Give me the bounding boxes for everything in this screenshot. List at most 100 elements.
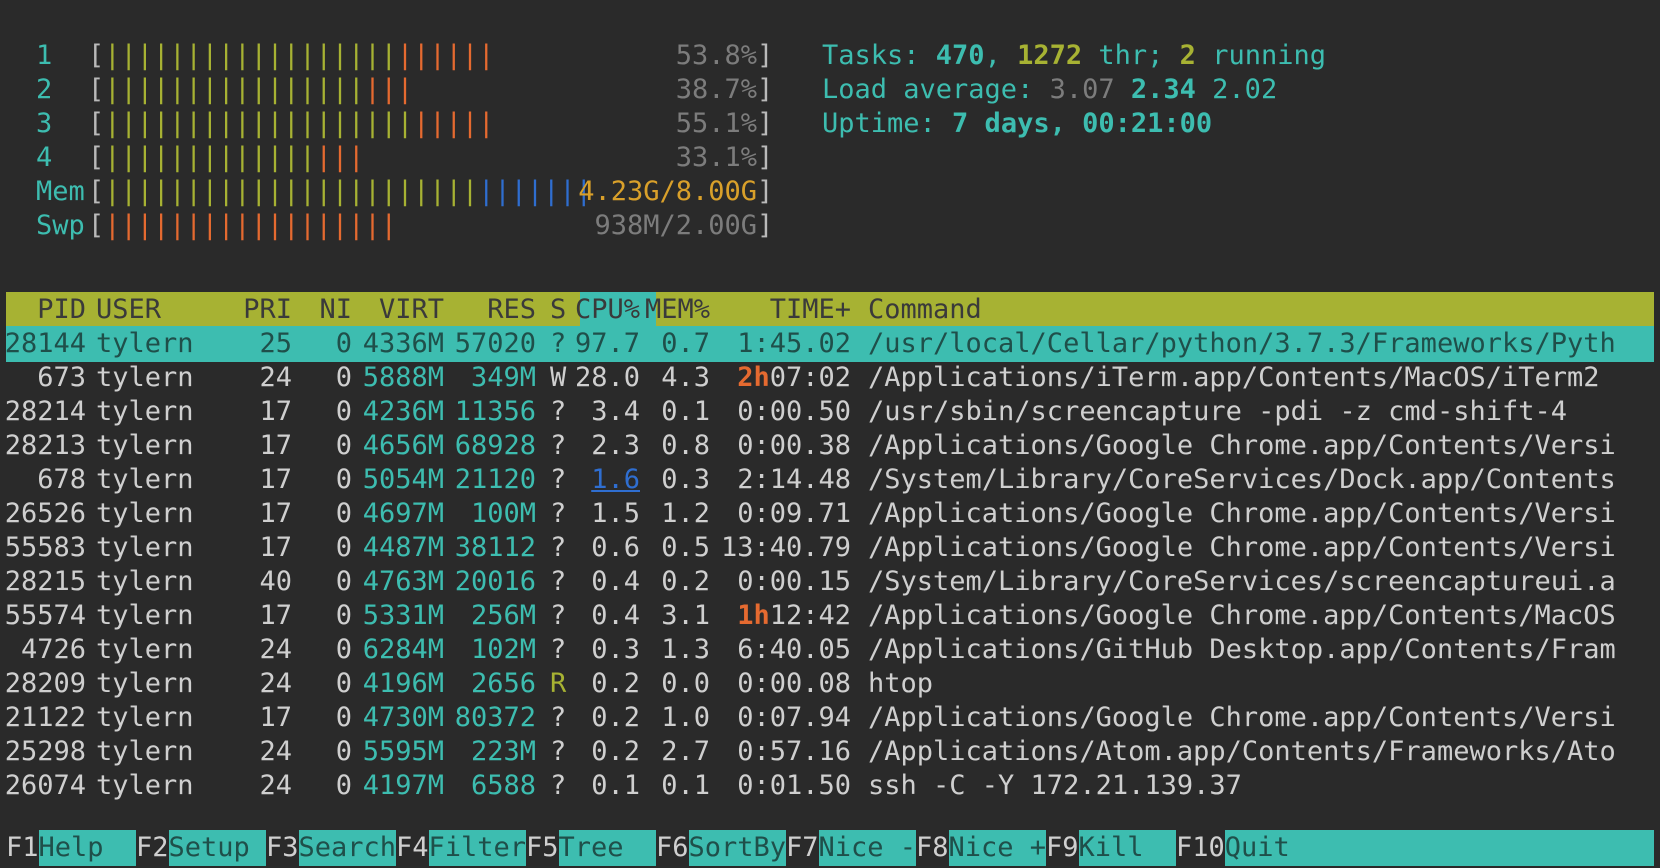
fkey-label-nice[interactable]: Nice - [818,830,916,866]
fkey-f10[interactable]: F10 [1176,830,1225,866]
cell-user: tylern [96,396,194,427]
cell-pri: 17 [259,430,292,461]
meter-bracket-close: ] [757,176,774,207]
fkey-label-help[interactable]: Help [38,830,136,866]
swap-meter: Swp [|||||||||||||||||| [36,208,397,244]
process-row[interactable]: 4726 tylern 24 0 6284M 102M? 0.3 1.3 6:40.05/App… [6,632,1654,668]
fkey-f6[interactable]: F6 [656,830,689,866]
cell-time: 0:00.08 [737,668,851,699]
process-row[interactable]: 678 tylern 17 0 5054M 21120? 1.6 0.3 2:14.48/Sys… [6,462,1654,498]
cell-user: tylern [96,328,194,359]
meter-value: 938M/2.00G [594,210,757,241]
column-header-pri[interactable]: PRI [243,292,292,328]
meter-bar-orange: ||| [364,74,414,105]
fkey-f3[interactable]: F3 [266,830,299,866]
meter-bar-green: |||||||||||||||||| [104,40,397,71]
meter-value: 55.1% [675,108,757,139]
fkey-f8[interactable]: F8 [916,830,949,866]
fkey-f1[interactable]: F1 [6,830,39,866]
meter-bracket-close: ] [757,142,774,173]
function-key-bar[interactable]: F1 Help F2 Setup F3 Search F4 Filter F5 Tree F6 Sor… [6,830,1654,866]
meter-bar-green: ||||||||||||||||||| [104,108,414,139]
process-row[interactable]: 28215 tylern 40 0 4763M 20016? 0.4 0.2 0:00.15/S… [6,564,1654,600]
process-row[interactable]: 55583 tylern 17 0 4487M 38112? 0.6 0.5 13:40.79 /… [6,530,1654,566]
process-row[interactable]: 26526 tylern 17 0 4697M 100M? 1.5 1.2 0:09.71/Ap… [6,496,1654,532]
cell-res: 349M [470,362,536,393]
column-header-command[interactable]: Command [868,292,982,328]
fkey-f2[interactable]: F2 [136,830,169,866]
cell-pri: 24 [259,362,292,393]
fkey-f5[interactable]: F5 [526,830,559,866]
cell-time-hours: 1h [737,600,770,631]
column-header-time[interactable]: TIME+ [770,292,851,328]
cell-s: ? [550,770,567,801]
process-row[interactable]: 28209 tylern 24 0 4196M 2656 R 0.2 0.0 0:00.08 hto… [6,666,1654,702]
column-header-cpu[interactable]: CPU% [575,292,640,328]
fkey-label-nice[interactable]: Nice + [948,830,1046,866]
cell-pid: 55583 [6,532,86,563]
process-row[interactable]: 55574 tylern 17 0 5331M 256M? 0.4 3.1 1h12:42/Ap… [6,598,1654,634]
fkey-label-kill[interactable]: Kill [1078,830,1176,866]
cell-virt: 5595M [362,736,444,767]
fkey-label-search[interactable]: Search [298,830,396,866]
cell-pid: 25298 [6,736,86,767]
column-header-ni[interactable]: NI [319,292,352,328]
cell-mem: 1.3 [661,634,710,665]
meter-label: 3 [36,108,53,139]
column-header-pid[interactable]: PID [37,292,86,328]
cell-res: 100M [470,498,536,529]
process-row[interactable]: 28144 tylern 25 0 4336M 57020? 97.7 0.7 1:45.02 /… [6,326,1654,362]
process-row[interactable]: 26074 tylern 24 0 4197M 6588? 0.1 0.1 0:01.50 ssh… [6,768,1654,804]
cell-mem: 1.0 [661,702,710,733]
fkey-label-quit[interactable]: Quit [1224,830,1654,866]
cell-virt: 5888M [362,362,444,393]
meter-bracket-open: [ [88,108,105,139]
process-row[interactable]: 28214 tylern 17 0 4236M 11356? 3.4 0.1 0:00.50/u… [6,394,1654,430]
cell-res: 80372 [454,702,536,733]
fkey-label-tree[interactable]: Tree [558,830,656,866]
cell-pid: 28209 [6,668,86,699]
column-header-mem[interactable]: MEM% [645,292,710,328]
cell-time: 0:01.50 [737,770,851,801]
process-row[interactable]: 21122 tylern 17 0 4730M 80372? 0.2 1.0 0:07.94/A… [6,700,1654,736]
cell-res: 6588 [470,770,536,801]
fkey-f7[interactable]: F7 [786,830,819,866]
cell-pri: 17 [259,532,292,563]
process-row[interactable]: 673 tylern 24 0 5888M 349M W 28.0 4.3 2h07:02/App… [6,360,1654,396]
cell-time: 13:40.79 [720,532,851,563]
process-row[interactable]: 28213 tylern 17 0 4656M 68928? 2.3 0.8 0:00.38/A… [6,428,1654,464]
meter-bracket-open: [ [88,40,105,71]
meter-label: Swp [36,210,85,241]
cell-user: tylern [96,634,194,665]
fkey-label-setup[interactable]: Setup [168,830,266,866]
cell-user: tylern [96,702,194,733]
mem-meter: Mem [|||||||||||||||||||||||||||||| [36,174,592,210]
cell-mem: 0.8 [661,430,710,461]
column-header-user[interactable]: USER [96,292,161,328]
fkey-label-filter[interactable]: Filter [428,830,526,866]
cell-pid: 678 [37,464,86,495]
cell-s: ? [550,464,567,495]
cell-pri: 24 [259,668,292,699]
fkey-f4[interactable]: F4 [396,830,429,866]
cell-pri: 17 [259,464,292,495]
meter-bracket-close: ] [757,40,774,71]
cell-res: 223M [470,736,536,767]
fkey-f9[interactable]: F9 [1046,830,1079,866]
cell-res: 21120 [454,464,536,495]
column-header-s[interactable]: S [550,292,566,328]
cell-user: tylern [96,430,194,461]
cell-s: ? [550,498,567,529]
cell-virt: 5054M [362,464,444,495]
column-header-res[interactable]: RES [487,292,536,328]
process-table-header[interactable]: PID USER PRI NI VIRT RES S CPU% MEM% TIME+ Command [6,292,1654,328]
cell-virt: 4336M [362,328,444,359]
cell-ni: 0 [335,668,352,699]
process-row[interactable]: 25298 tylern 24 0 5595M 223M? 0.2 2.7 0:57.16/Ap… [6,734,1654,770]
fkey-label-sortby[interactable]: SortBy [688,830,786,866]
cell-virt: 4236M [362,396,444,427]
meter-value: 4.23G/8.00G [578,176,757,207]
column-header-virt[interactable]: VIRT [379,292,444,328]
cell-user: tylern [96,736,194,767]
cell-ni: 0 [335,736,352,767]
